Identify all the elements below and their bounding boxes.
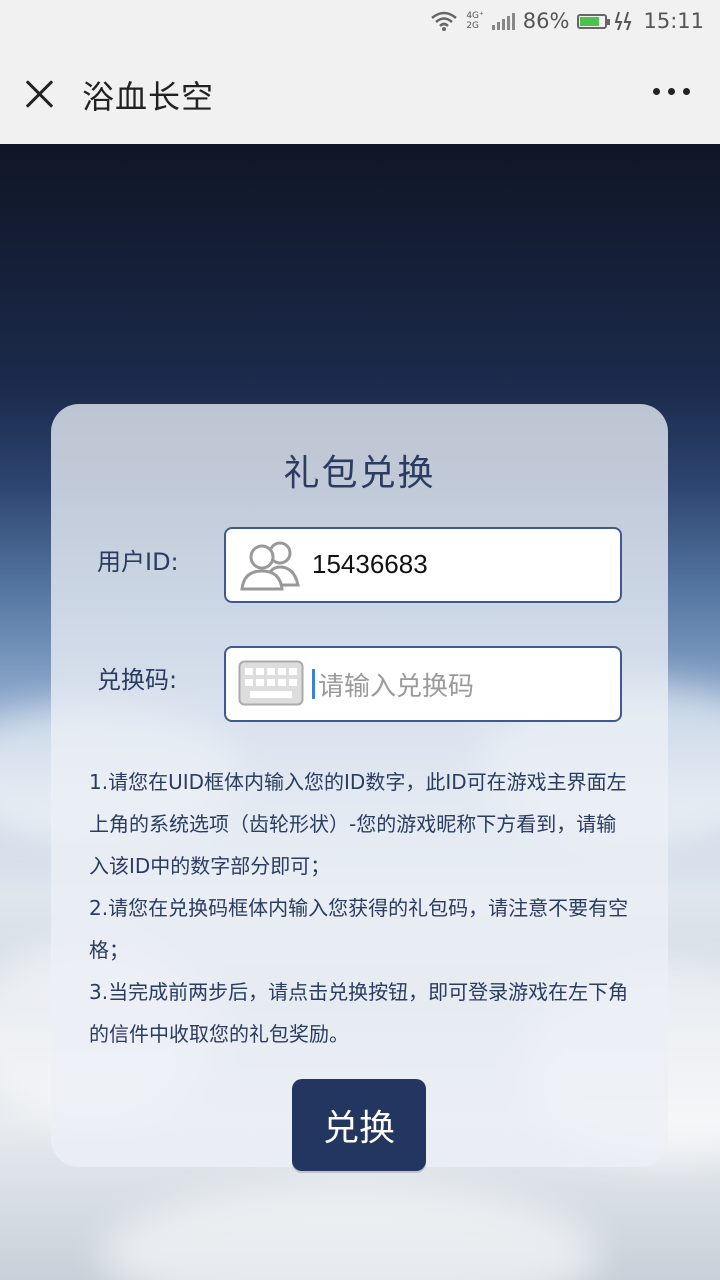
wifi-icon — [431, 11, 458, 31]
users-icon — [240, 541, 300, 591]
battery-percent: 86% — [522, 9, 570, 33]
status-indicators: 4G⁺ 2G 86% 15:11 — [430, 6, 704, 36]
instruction-item: 2.请您在兑换码框体内输入您获得的礼包码，请注意不要有空格； — [89, 896, 629, 962]
title-bar: 浴血长空 — [0, 42, 720, 144]
text-caret — [312, 669, 315, 699]
code-placeholder: 请输入兑换码 — [318, 672, 475, 702]
card-title: 礼包兑换 — [283, 453, 436, 494]
uid-value: 15436683 — [312, 549, 428, 579]
code-label: 兑换码: — [97, 666, 178, 694]
battery-fill — [580, 16, 600, 26]
more-icon[interactable] — [653, 88, 690, 95]
redeem-code-input[interactable]: 请输入兑换码 — [224, 646, 622, 722]
network-type: 4G⁺ 2G — [466, 11, 483, 31]
gift-redeem-card: 礼包兑换 用户ID: 15436683 兑换码: 请输入兑换码 1.请您在UID… — [51, 404, 668, 1171]
instruction-item: 1.请您在UID框体内输入您的ID数字，此ID可在游戏主界面左上角的系统选项（齿… — [89, 770, 627, 878]
instruction-item: 3.当完成前两步后，请点击兑换按钮，即可登录游戏在左下角的信件中收取您的礼包奖励… — [89, 980, 629, 1046]
charging-icon — [615, 11, 632, 31]
status-bar: 4G⁺ 2G 86% 15:11 — [0, 0, 720, 42]
keyboard-icon — [238, 660, 304, 706]
instructions: 1.请您在UID框体内输入您的ID数字，此ID可在游戏主界面左上角的系统选项（齿… — [89, 761, 634, 1055]
clock: 15:11 — [643, 9, 704, 33]
background: 礼包兑换 用户ID: 15436683 兑换码: 请输入兑换码 1.请您在UID… — [0, 144, 720, 1280]
close-icon[interactable] — [20, 74, 60, 114]
network-bottom-label: 2G — [466, 21, 480, 31]
page-title: 浴血长空 — [82, 78, 215, 116]
signal-icon — [491, 12, 515, 30]
uid-input[interactable]: 15436683 — [224, 527, 622, 603]
uid-label: 用户ID: — [97, 548, 179, 576]
redeem-button[interactable]: 兑换 — [292, 1079, 426, 1171]
battery-icon — [577, 13, 611, 29]
network-top-label: 4G⁺ — [466, 11, 484, 21]
